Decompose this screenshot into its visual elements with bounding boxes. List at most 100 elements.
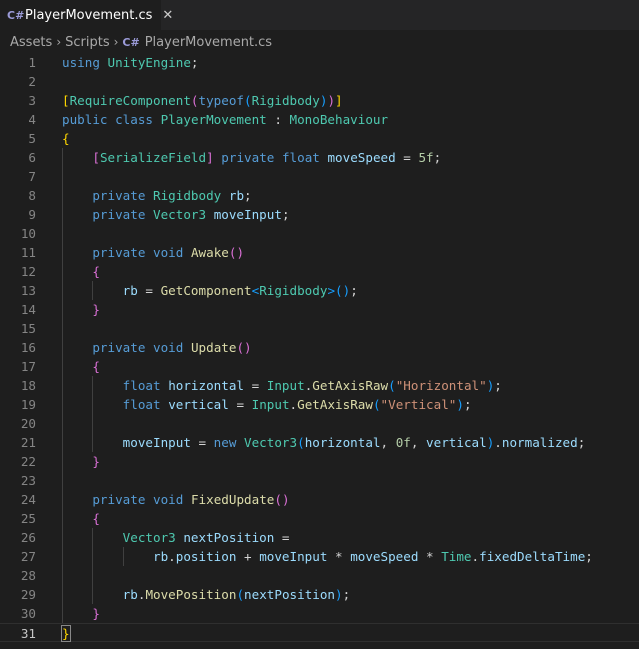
code-token: { [62,131,70,146]
code-line[interactable]: 3 [RequireComponent(typeof(Rigidbody))] [0,91,639,110]
code-line[interactable]: 10 [0,224,639,243]
code-line[interactable]: 4 public class PlayerMovement : MonoBehav… [0,110,639,129]
code-token: MovePosition [145,587,237,602]
code-token: 0f [395,435,411,450]
code-line[interactable]: 17 { [0,357,639,376]
code-text: rb = GetComponent<Rigidbody>(); [62,281,358,300]
code-line[interactable]: 16 private void Update() [0,338,639,357]
code-line[interactable]: 26 Vector3 nextPosition = [0,528,639,547]
code-token: horizontal [304,435,381,450]
code-token: * [418,549,442,564]
code-token: * [327,549,351,564]
line-number: 17 [20,359,36,374]
code-line[interactable]: 24 private void FixedUpdate() [0,490,639,509]
code-token: [ [92,150,100,165]
line-number: 18 [20,378,36,393]
code-token: Vector3 [153,207,207,222]
code-line[interactable]: 19 float vertical = Input.GetAxisRaw("Ve… [0,395,639,414]
breadcrumb-item-file[interactable]: PlayerMovement.cs [145,35,272,50]
code-token: ) [327,93,336,108]
code-token: moveInput [122,435,191,450]
code-line[interactable]: 6 [SerializeField] private float moveSpe… [0,148,639,167]
code-line[interactable]: 22 } [0,452,639,471]
tab-playermovement-cs[interactable]: C# PlayerMovement.cs ✕ [0,0,173,30]
line-number: 19 [20,397,36,412]
close-icon[interactable]: ✕ [162,7,173,23]
code-text: } [62,452,100,471]
code-token: private [92,245,146,260]
code-line[interactable]: 15 [0,319,639,338]
code-line[interactable]: 28 [0,566,639,585]
code-token: Vector3 [244,435,298,450]
code-line[interactable]: 9 private Vector3 moveInput; [0,205,639,224]
code-token: Input [251,397,290,412]
code-line[interactable]: 23 [0,471,639,490]
code-token: . [494,435,502,450]
code-token: rb [153,549,169,564]
code-token: > [327,283,336,298]
code-text: { [62,357,100,376]
code-token: private [92,492,146,507]
code-token: position [175,549,237,564]
code-text: private void FixedUpdate() [62,490,289,509]
code-line[interactable]: 8 private Rigidbody rb; [0,186,639,205]
line-number: 26 [20,530,36,545]
code-token: new [213,435,237,450]
line-number: 2 [28,74,36,89]
code-line[interactable]: 27 rb.position + moveInput * moveSpeed *… [0,547,639,566]
code-line[interactable]: 21 moveInput = new Vector3(horizontal, 0… [0,433,639,452]
tab-label: PlayerMovement.cs [25,7,153,23]
code-line[interactable]: 29 rb.MovePosition(nextPosition); [0,585,639,604]
code-line[interactable]: 18 float horizontal = Input.GetAxisRaw("… [0,376,639,395]
code-token: Awake [190,245,229,260]
line-number: 23 [20,473,36,488]
code-token: ) [456,397,464,412]
code-token: rb [122,587,138,602]
line-number: 1 [28,55,36,70]
code-token: UnityEngine [107,55,191,70]
code-line[interactable]: 11 private void Awake() [0,243,639,262]
code-editor[interactable]: 1 using UnityEngine; 2 3 [RequireComponent(t… [0,51,639,649]
code-token: ( [388,378,396,393]
indent-guide [92,281,94,300]
code-line[interactable]: 13 rb = GetComponent<Rigidbody>(); [0,281,639,300]
code-token: GetAxisRaw [312,378,389,393]
chevron-right-icon: › [56,35,62,49]
code-token: void [153,492,184,507]
breadcrumb-item-assets[interactable]: Assets [10,35,52,50]
code-token: private [92,340,146,355]
code-token: ; [190,55,199,70]
code-line[interactable]: 2 [0,72,639,91]
code-line[interactable]: 1 using UnityEngine; [0,53,639,72]
line-number: 9 [28,207,36,222]
code-line[interactable]: 5{ [0,129,639,148]
code-token: ( [236,587,245,602]
code-text: [RequireComponent(typeof(Rigidbody))] [62,91,343,110]
line-number: 10 [20,226,36,241]
code-token: () [236,340,252,355]
code-line[interactable]: 12 { [0,262,639,281]
line-number: 24 [20,492,36,507]
code-line[interactable]: 14 } [0,300,639,319]
line-number: 5 [28,131,36,146]
code-line[interactable]: 30 } [0,604,639,623]
code-token: vertical [426,435,487,450]
breadcrumb-item-scripts[interactable]: Scripts [65,35,109,50]
indent-guide [122,547,124,566]
code-token: moveSpeed [350,549,419,564]
code-token: private [221,150,275,165]
code-line[interactable]: 31} [0,623,639,642]
code-line[interactable]: 25 { [0,509,639,528]
code-token: + [236,549,260,564]
code-token: ; [585,549,593,564]
code-token: : [266,112,290,127]
line-number: 4 [28,112,36,127]
code-line[interactable]: 20 [0,414,639,433]
code-token: ( [190,93,199,108]
code-line[interactable]: 7 [0,167,639,186]
